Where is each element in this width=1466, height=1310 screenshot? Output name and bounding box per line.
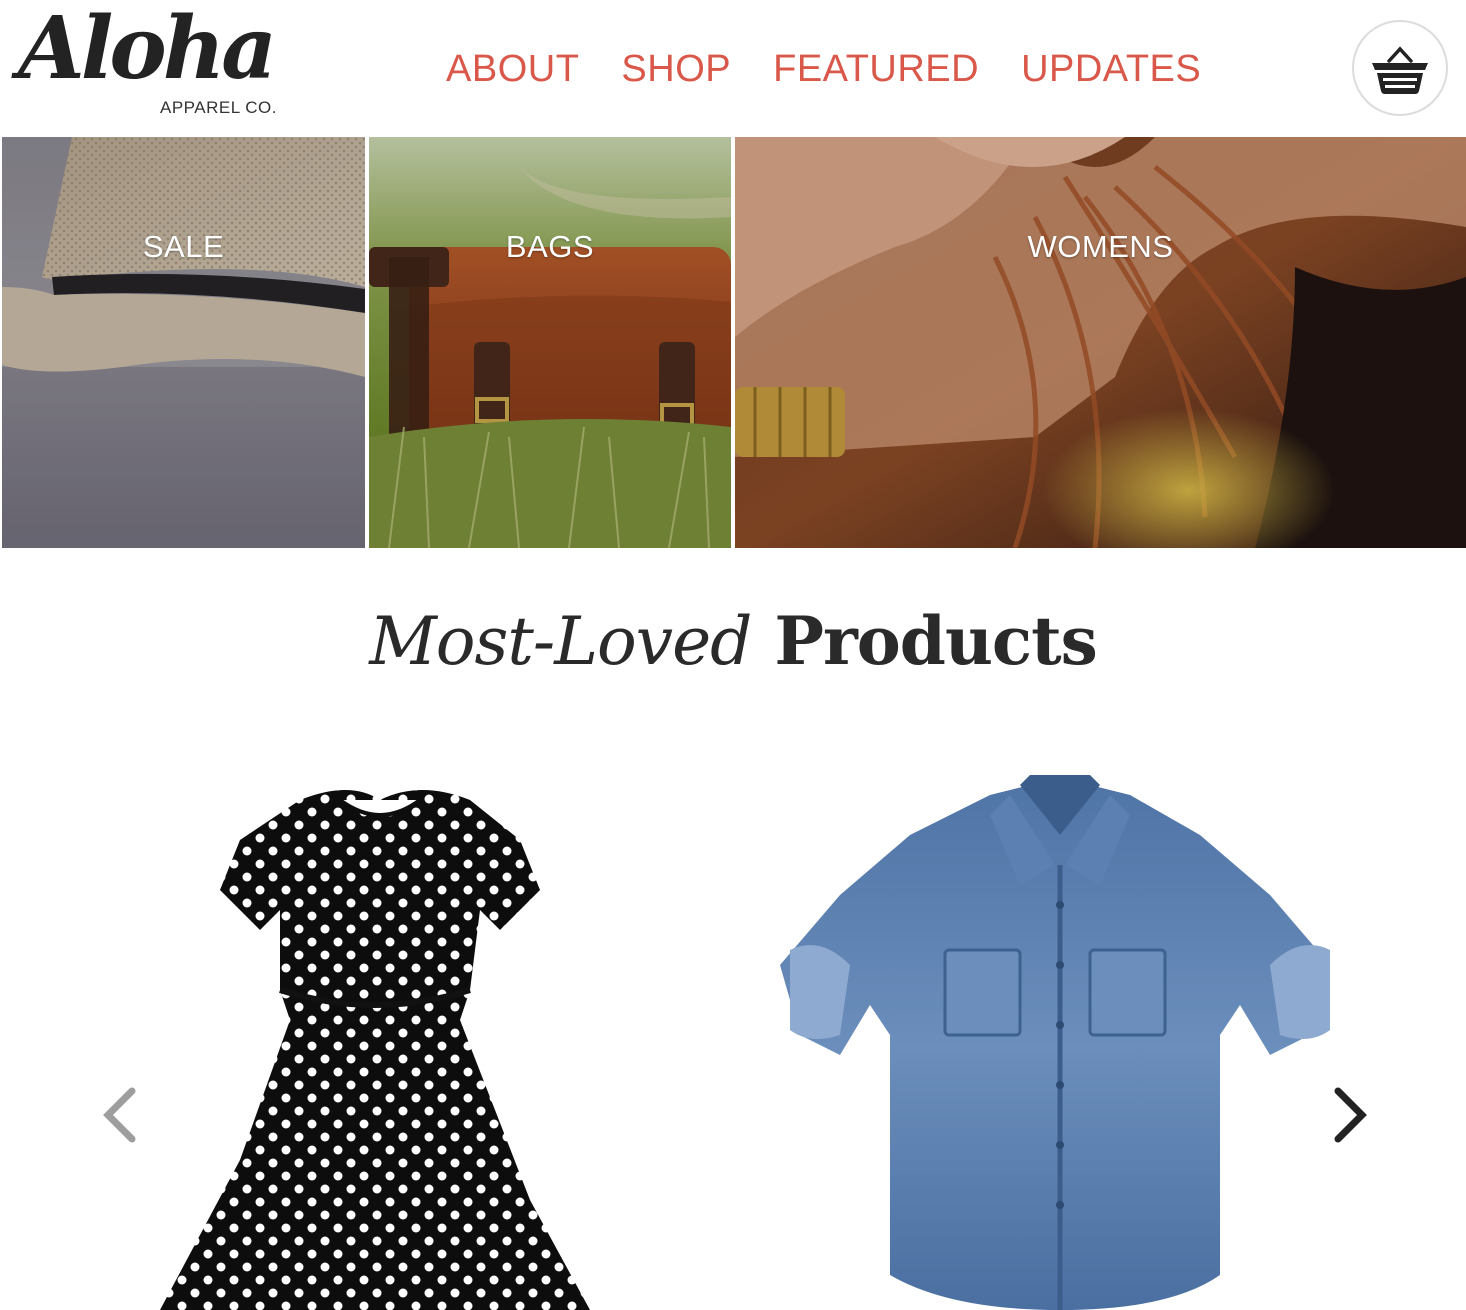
cart-button[interactable] — [1352, 20, 1448, 116]
main-nav: ABOUT SHOP FEATURED UPDATES — [446, 50, 1201, 88]
products-carousel — [0, 740, 1466, 1310]
section-title-italic: Most-Loved — [369, 603, 752, 680]
hat-photo — [2, 137, 365, 548]
category-tile-bags[interactable]: BAGS — [369, 137, 731, 548]
nav-shop[interactable]: SHOP — [621, 50, 731, 88]
nav-featured[interactable]: FEATURED — [773, 50, 979, 88]
denim-shirt-image — [780, 775, 1330, 1310]
category-label-sale: SALE — [142, 229, 225, 264]
woman-photo — [735, 137, 1466, 548]
section-title: Most-Loved Products — [0, 608, 1466, 675]
site-header: Aloha APPAREL CO. ABOUT SHOP FEATURED UP… — [0, 0, 1466, 137]
carousel-prev-button[interactable] — [96, 1085, 144, 1145]
nav-about[interactable]: ABOUT — [446, 50, 579, 88]
category-label-womens: WOMENS — [1027, 229, 1174, 264]
category-label-bags: BAGS — [505, 229, 595, 264]
carousel-next-button[interactable] — [1326, 1085, 1374, 1145]
product-card-denim-shirt[interactable] — [770, 775, 1350, 1310]
nav-updates[interactable]: UPDATES — [1021, 50, 1201, 88]
basket-icon — [1372, 46, 1428, 94]
brand-logo[interactable]: Aloha APPAREL CO. — [18, 6, 288, 124]
brand-name: Aloha — [18, 0, 277, 99]
chevron-right-icon — [1334, 1087, 1367, 1143]
section-title-bold: Products — [774, 602, 1097, 680]
bag-photo — [369, 137, 731, 548]
chevron-left-icon — [103, 1087, 136, 1143]
category-tile-sale[interactable]: SALE — [2, 137, 365, 548]
product-card-polka-dress[interactable] — [150, 780, 610, 1310]
polka-dot-dress-image — [160, 790, 590, 1310]
brand-subtitle: APPAREL CO. — [160, 98, 277, 117]
category-tile-womens[interactable]: WOMENS — [735, 137, 1466, 548]
category-tiles: SALE BAGS WOMENS — [0, 137, 1466, 548]
